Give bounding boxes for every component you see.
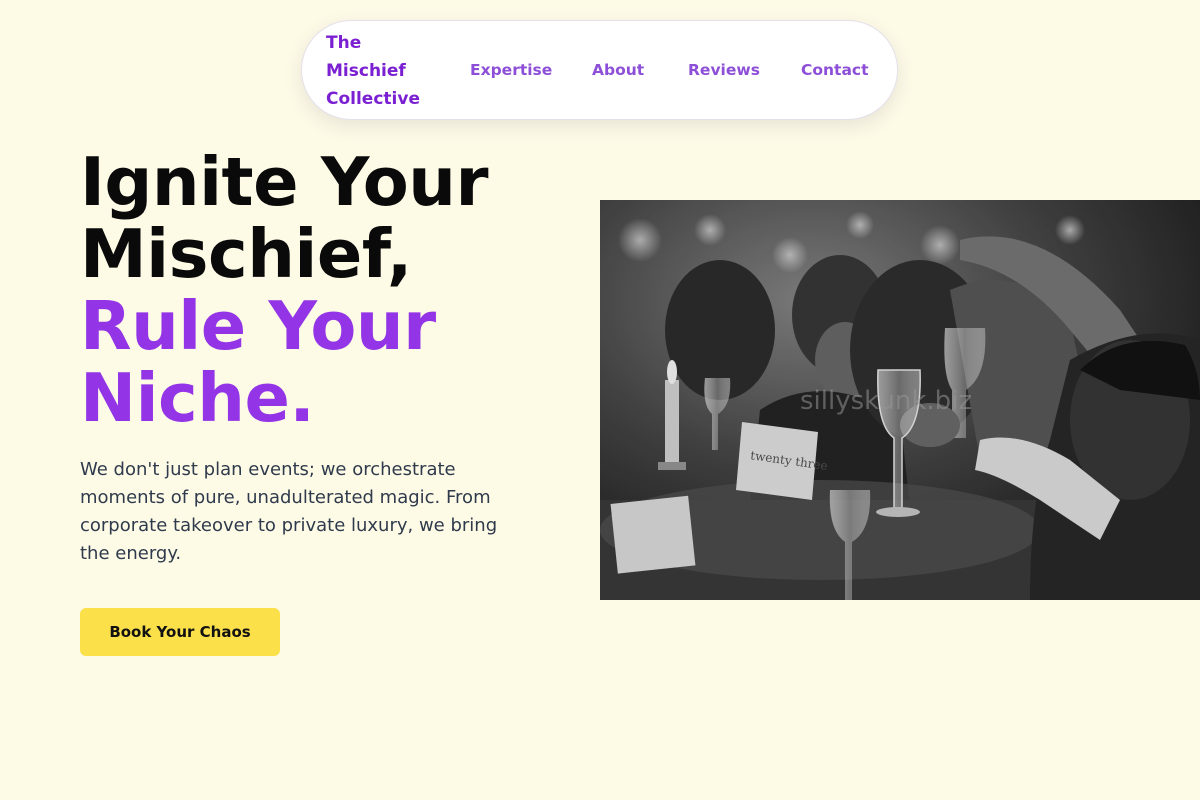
nav-link-contact[interactable]: Contact (801, 59, 869, 81)
brand-word-1: The (326, 33, 362, 53)
book-your-chaos-button[interactable]: Book Your Chaos (80, 608, 280, 656)
brand-word-3: Collective (326, 89, 420, 109)
nav-link-reviews[interactable]: Reviews (688, 59, 760, 81)
hero-heading-line-2: Mischief, (80, 215, 412, 293)
nav-link-about[interactable]: About (592, 59, 644, 81)
brand-logo[interactable]: The Mischief Collective (326, 29, 436, 113)
hero-heading-line-1: Ignite Your (80, 143, 488, 221)
event-photo: twenty three sillyskunk.biz (600, 200, 1200, 600)
hero-description: We don't just plan events; we orchestrat… (80, 459, 498, 564)
top-nav: The Mischief Collective Expertise About … (301, 20, 898, 120)
hero-heading: Ignite Your Mischief, Rule Your Niche. (80, 146, 600, 434)
hero-heading-accent-line-1: Rule Your (80, 287, 436, 365)
brand-word-2: Mischief (326, 61, 406, 81)
nav-link-expertise[interactable]: Expertise (470, 59, 552, 81)
photo-watermark: sillyskunk.biz (800, 386, 973, 416)
hero-heading-accent-line-2: Niche. (80, 359, 315, 437)
